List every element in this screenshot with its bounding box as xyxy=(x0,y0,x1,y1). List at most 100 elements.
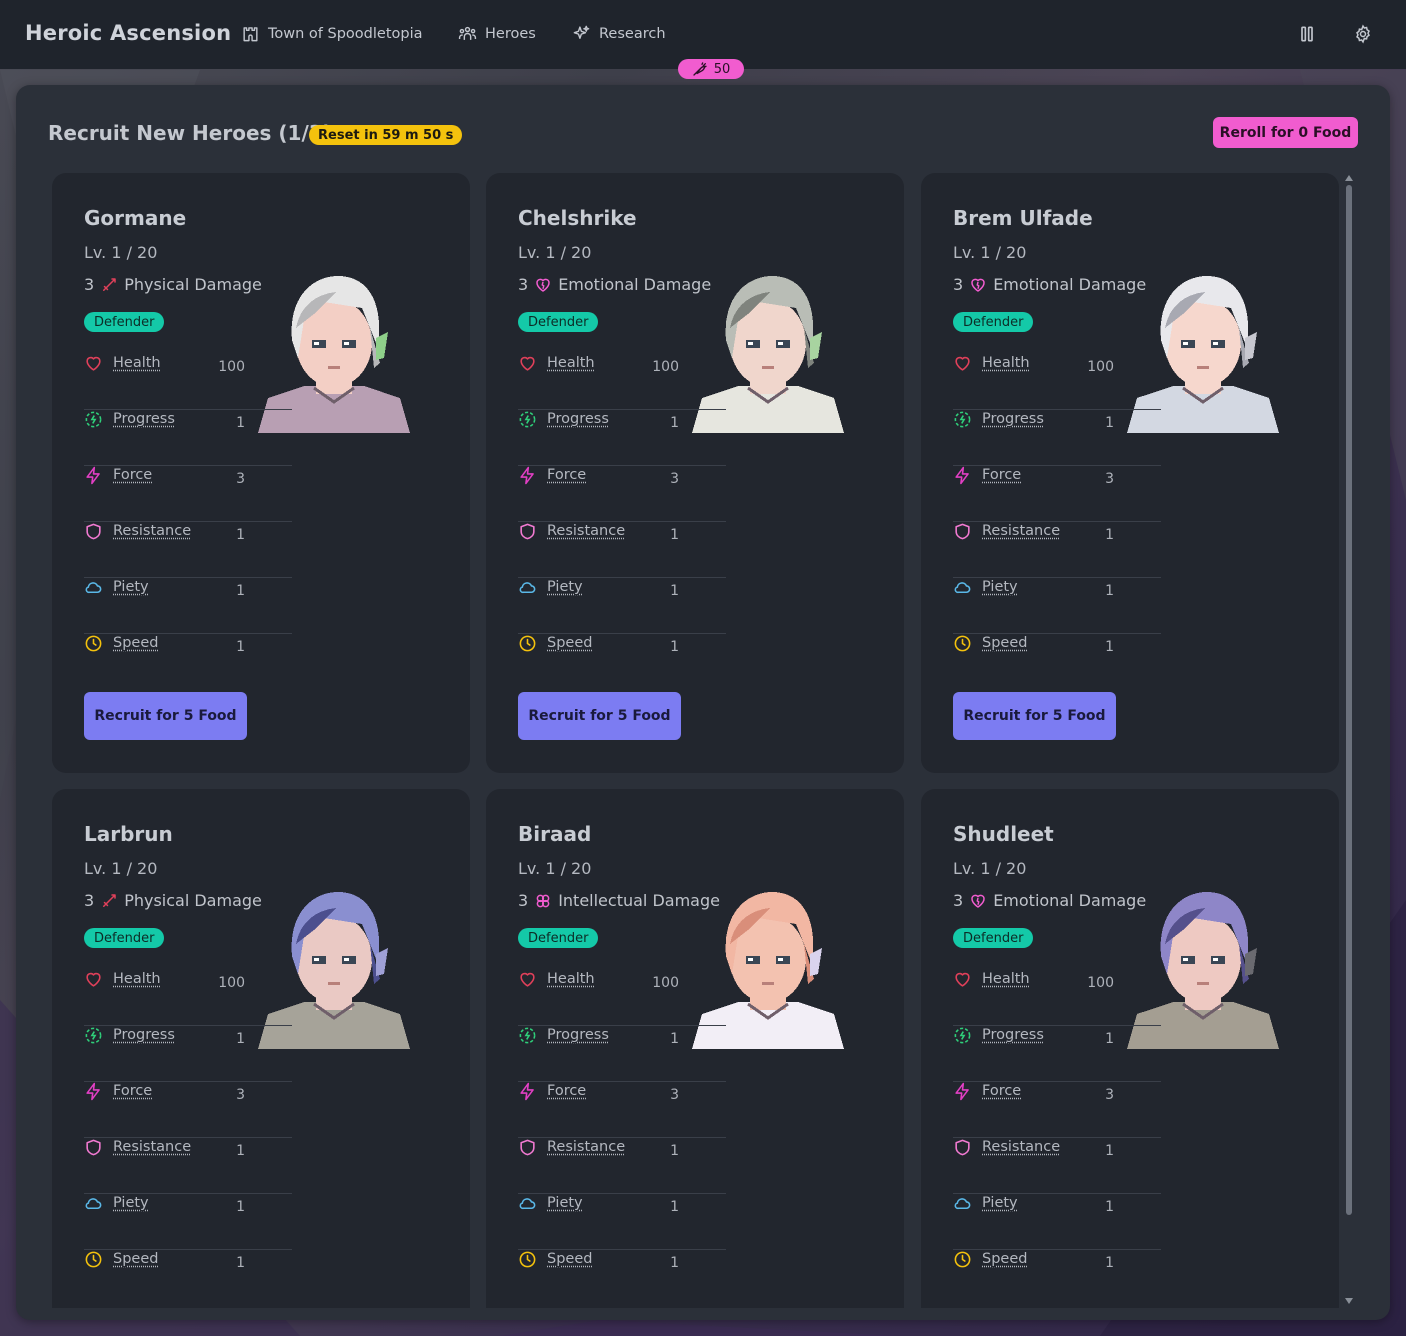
hero-damage: 3 Emotional Damage xyxy=(953,275,1146,294)
stat-label[interactable]: Force xyxy=(547,1083,586,1099)
stat-row-piety: Piety 1 xyxy=(518,1194,726,1250)
hero-card: Larbrun Lv. 1 / 20 3 Physical Damage Def… xyxy=(52,789,470,1308)
food-counter: 50 xyxy=(678,59,744,79)
recruit-button[interactable]: Recruit for 5 Food xyxy=(518,692,681,740)
stat-label[interactable]: Progress xyxy=(113,411,175,427)
stat-row-piety: Piety 1 xyxy=(84,578,292,634)
stat-label[interactable]: Resistance xyxy=(547,523,625,539)
heart-icon xyxy=(534,276,552,294)
stat-row-force: Force 3 xyxy=(84,466,292,522)
stat-label[interactable]: Health xyxy=(982,971,1030,987)
stat-row-health: Health 100 xyxy=(84,970,292,1026)
stat-value: 1 xyxy=(670,583,679,599)
hero-card: Biraad Lv. 1 / 20 3 Intellectual Damage … xyxy=(486,789,904,1308)
stat-value: 100 xyxy=(1087,359,1114,375)
nav-town[interactable]: Town of Spoodletopia xyxy=(241,24,423,43)
stat-row-progress: Progress 1 xyxy=(953,410,1161,466)
stat-label[interactable]: Progress xyxy=(547,1027,609,1043)
stat-label[interactable]: Force xyxy=(113,1083,152,1099)
stat-label[interactable]: Progress xyxy=(547,411,609,427)
stat-label[interactable]: Health xyxy=(113,971,161,987)
stat-label[interactable]: Speed xyxy=(113,1251,158,1267)
nav-heroes[interactable]: Heroes xyxy=(458,24,536,43)
stat-label[interactable]: Speed xyxy=(547,635,592,651)
stat-value: 1 xyxy=(670,415,679,431)
stat-label[interactable]: Resistance xyxy=(982,1139,1060,1155)
hero-level: Lv. 1 / 20 xyxy=(84,243,158,262)
hero-name: Shudleet xyxy=(953,822,1054,846)
stat-label[interactable]: Piety xyxy=(982,579,1018,595)
stat-label[interactable]: Force xyxy=(982,467,1021,483)
stat-label[interactable]: Resistance xyxy=(113,1139,191,1155)
hero-card: Brem Ulfade Lv. 1 / 20 3 Emotional Damag… xyxy=(921,173,1339,773)
stat-label[interactable]: Piety xyxy=(547,579,583,595)
damage-amount: 3 xyxy=(953,275,964,294)
stat-label[interactable]: Health xyxy=(547,971,595,987)
stat-row-force: Force 3 xyxy=(518,466,726,522)
stat-value: 1 xyxy=(236,415,245,431)
role-badge: Defender xyxy=(953,928,1034,948)
stat-row-resistance: Resistance 1 xyxy=(518,522,726,578)
stat-row-force: Force 3 xyxy=(84,1082,292,1138)
app-title[interactable]: Heroic Ascension xyxy=(25,21,231,45)
recruit-button[interactable]: Recruit for 5 Food xyxy=(84,692,247,740)
stat-value: 3 xyxy=(236,1087,245,1103)
stat-label[interactable]: Resistance xyxy=(113,523,191,539)
hero-name: Biraad xyxy=(518,822,592,846)
recruit-button[interactable]: Recruit for 5 Food xyxy=(953,692,1116,740)
hero-damage: 3 Physical Damage xyxy=(84,891,262,910)
stat-label[interactable]: Health xyxy=(113,355,161,371)
stat-label[interactable]: Piety xyxy=(113,1195,149,1211)
stat-label[interactable]: Resistance xyxy=(547,1139,625,1155)
stat-row-resistance: Resistance 1 xyxy=(518,1138,726,1194)
role-badge: Defender xyxy=(518,928,599,948)
stat-label[interactable]: Piety xyxy=(547,1195,583,1211)
stat-label[interactable]: Health xyxy=(547,355,595,371)
scroll-down-arrow[interactable] xyxy=(1345,1298,1353,1304)
stat-value: 1 xyxy=(1105,583,1114,599)
stat-row-health: Health 100 xyxy=(953,354,1161,410)
pause-icon[interactable] xyxy=(1297,24,1317,44)
sparkles-icon xyxy=(573,25,590,39)
stat-value: 1 xyxy=(670,1031,679,1047)
stat-row-progress: Progress 1 xyxy=(518,410,726,466)
stat-row-force: Force 3 xyxy=(953,1082,1161,1138)
stat-label[interactable]: Piety xyxy=(982,1195,1018,1211)
sword-icon xyxy=(100,276,118,294)
stat-value: 1 xyxy=(236,1031,245,1047)
stat-label[interactable]: Progress xyxy=(982,411,1044,427)
role-badge: Defender xyxy=(518,312,599,332)
scrollbar-thumb[interactable] xyxy=(1346,185,1352,1215)
stat-label[interactable]: Speed xyxy=(982,1251,1027,1267)
stat-value: 1 xyxy=(236,1199,245,1215)
stat-row-speed: Speed 1 xyxy=(84,634,292,690)
stat-label[interactable]: Speed xyxy=(113,635,158,651)
stat-row-progress: Progress 1 xyxy=(84,1026,292,1082)
stat-row-health: Health 100 xyxy=(518,354,726,410)
stat-label[interactable]: Speed xyxy=(547,1251,592,1267)
stat-label[interactable]: Force xyxy=(982,1083,1021,1099)
stat-value: 1 xyxy=(236,527,245,543)
stat-label[interactable]: Force xyxy=(113,467,152,483)
stat-label[interactable]: Piety xyxy=(113,579,149,595)
stat-row-speed: Speed 1 xyxy=(953,1250,1161,1306)
damage-amount: 3 xyxy=(953,891,964,910)
damage-type: Physical Damage xyxy=(124,275,262,294)
stat-value: 100 xyxy=(652,359,679,375)
stat-label[interactable]: Progress xyxy=(113,1027,175,1043)
stat-label[interactable]: Health xyxy=(982,355,1030,371)
food-count: 50 xyxy=(713,61,731,77)
stat-row-resistance: Resistance 1 xyxy=(953,1138,1161,1194)
nav-research[interactable]: Research xyxy=(572,24,666,43)
hero-name: Gormane xyxy=(84,206,187,230)
hero-name: Brem Ulfade xyxy=(953,206,1093,230)
stat-label[interactable]: Speed xyxy=(982,635,1027,651)
stat-label[interactable]: Force xyxy=(547,467,586,483)
stat-label[interactable]: Progress xyxy=(982,1027,1044,1043)
gear-icon[interactable] xyxy=(1353,24,1373,44)
scroll-up-arrow[interactable] xyxy=(1345,175,1353,181)
reroll-button[interactable]: Reroll for 0 Food xyxy=(1213,117,1358,148)
hero-damage: 3 Emotional Damage xyxy=(518,275,711,294)
stat-label[interactable]: Resistance xyxy=(982,523,1060,539)
carrot-icon xyxy=(693,62,707,76)
